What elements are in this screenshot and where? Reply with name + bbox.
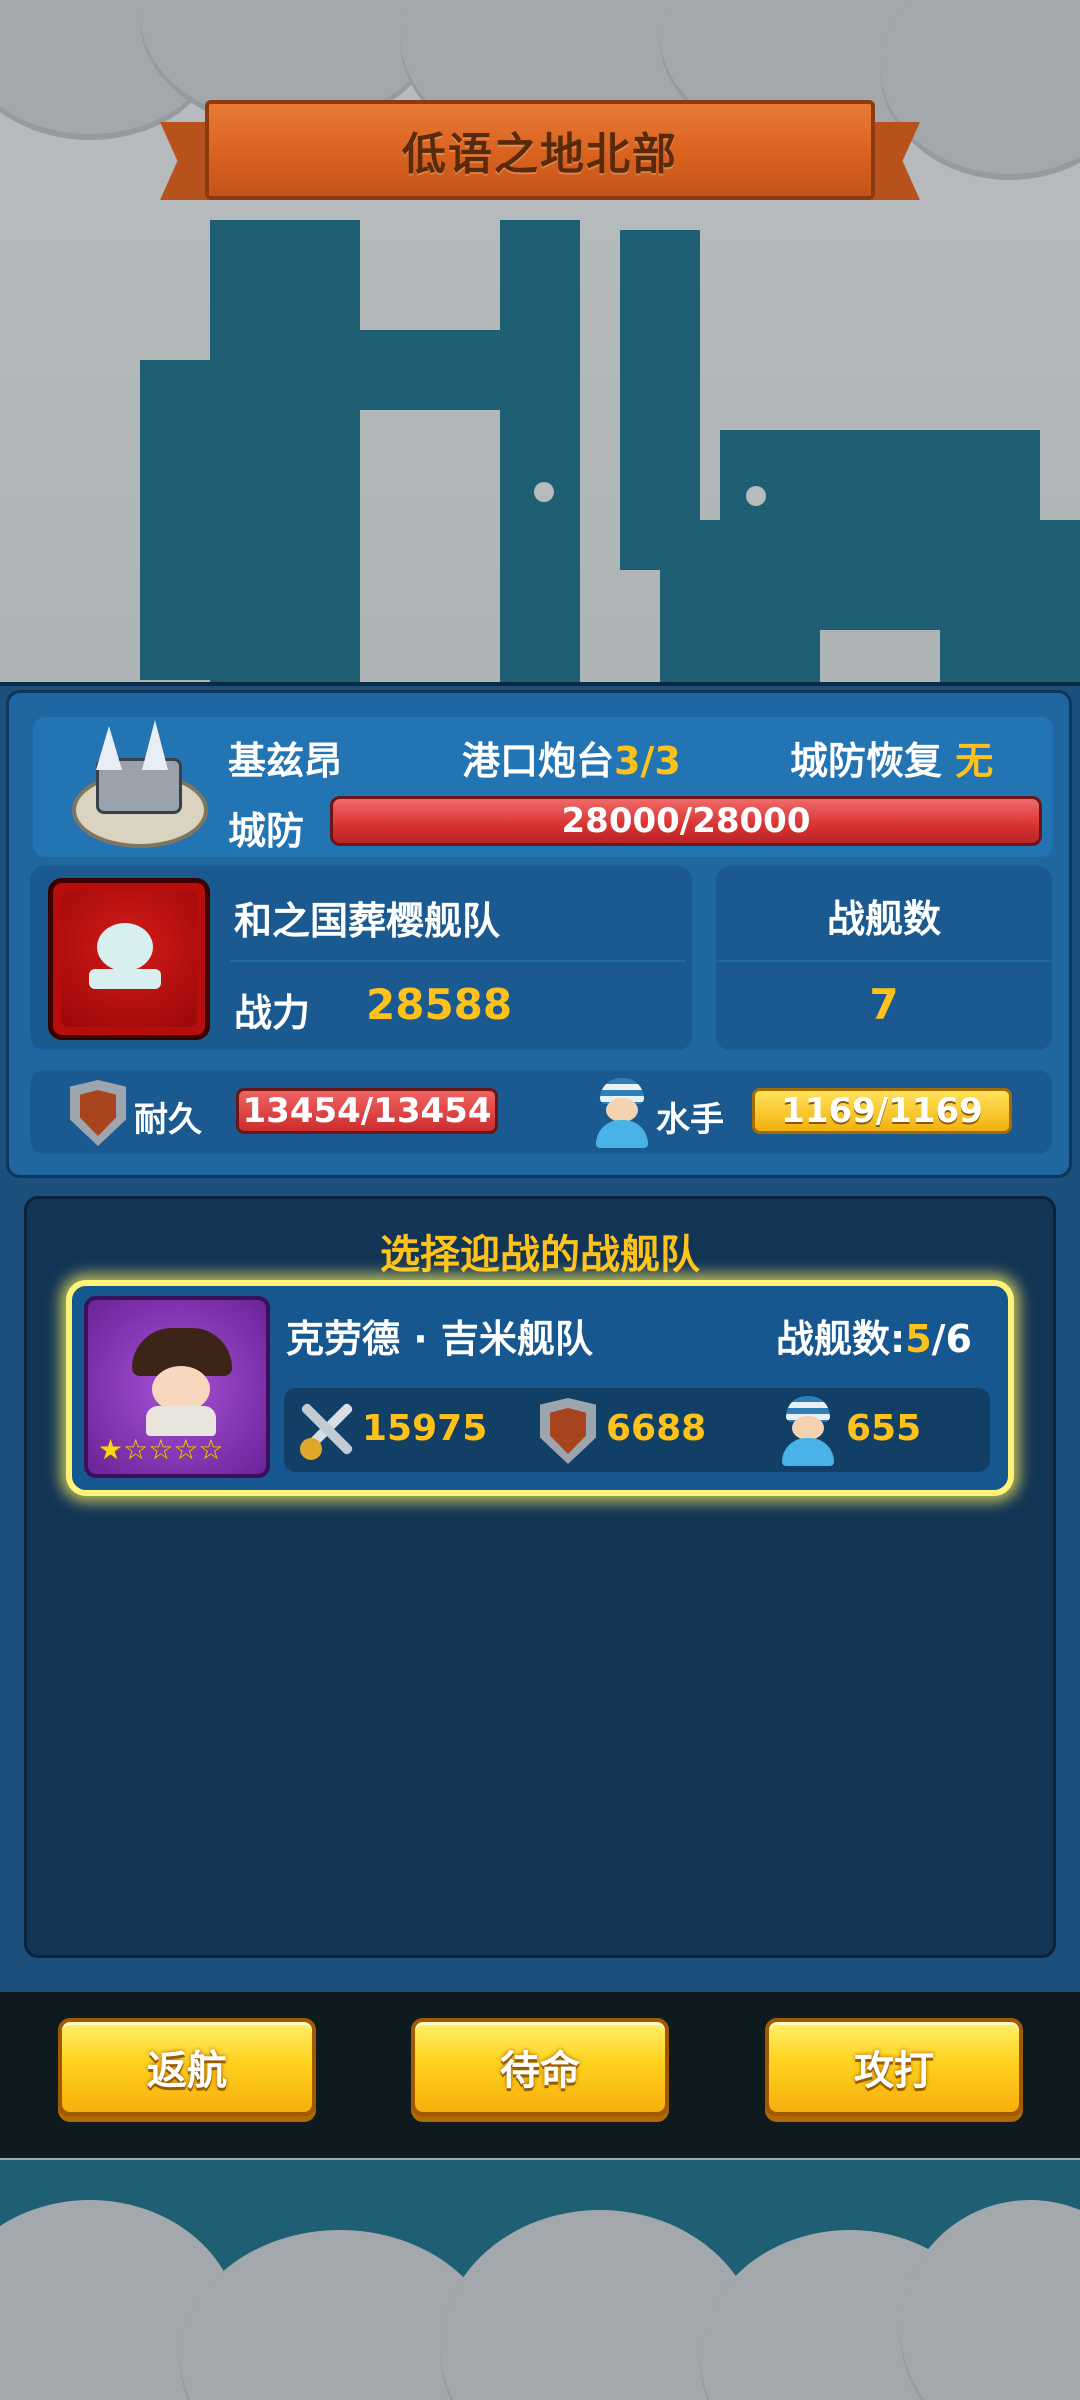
enemy-power-value: 28588 (366, 980, 513, 1029)
city-name: 基兹昂 (228, 739, 343, 783)
star-rating: ★☆☆☆☆ (98, 1433, 224, 1466)
castle-icon (66, 718, 208, 848)
sailor-label: 水手 (656, 1100, 724, 1140)
enemy-ship-count-value: 7 (869, 980, 899, 1029)
harbor-cannon-label: 港口炮台3/3 (462, 739, 681, 783)
sailor-pill: 1169/1169 (752, 1088, 1012, 1134)
durability-pill: 13454/13454 (236, 1088, 498, 1134)
location-banner: 低语之地北部 (160, 100, 920, 200)
defense-label: 城防 (228, 809, 305, 853)
unknown-commander-icon (97, 923, 153, 971)
location-title: 低语之地北部 (402, 129, 678, 180)
fleet-name: 克劳德 · 吉米舰队 (286, 1317, 593, 1361)
standby-button[interactable]: 待命 (411, 2018, 669, 2116)
defense-recovery-label: 城防恢复 无 (790, 739, 994, 783)
attack-button[interactable]: 攻打 (765, 2018, 1023, 2116)
fleet-attack-value: 15975 (362, 1408, 488, 1449)
fleet-commander-portrait[interactable]: ★☆☆☆☆ (84, 1296, 270, 1478)
sailor-value: 1169/1169 (781, 1091, 983, 1131)
defense-value: 28000/28000 (561, 801, 811, 841)
durability-value: 13454/13454 (242, 1091, 492, 1131)
enemy-ship-count-label: 战舰数 (826, 897, 941, 941)
fleet-durability-value: 6688 (606, 1408, 707, 1449)
enemy-fleet-portrait[interactable] (48, 878, 210, 1040)
crossed-swords-icon (296, 1398, 358, 1460)
durability-label: 耐久 (134, 1100, 202, 1140)
sailor-icon (592, 1078, 652, 1148)
defense-bar: 28000/28000 (330, 796, 1042, 846)
enemy-fleet-name: 和之国葬樱舰队 (234, 899, 501, 943)
harbor-cannon-value: 3/3 (614, 739, 681, 783)
defense-recovery-value: 无 (955, 739, 994, 783)
fleet-sailor-icon (778, 1396, 838, 1466)
fleet-sailor-value: 655 (846, 1408, 922, 1449)
enemy-power-label: 战力 (234, 991, 311, 1035)
fleet-ship-count: 战舰数:5/6 (776, 1317, 972, 1361)
return-button[interactable]: 返航 (58, 2018, 316, 2116)
selection-title: 选择迎战的战舰队 (380, 1232, 700, 1278)
